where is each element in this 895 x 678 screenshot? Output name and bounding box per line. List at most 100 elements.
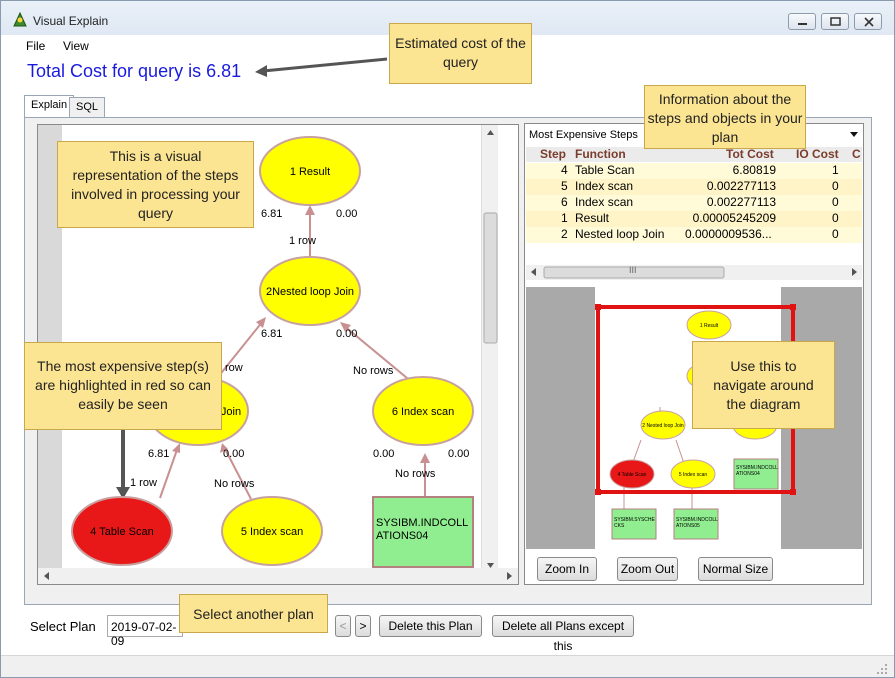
status-bar (1, 655, 894, 677)
callout-navigate: Use this to navigate around the diagram (692, 341, 835, 429)
cell-function: Nested loop Join (575, 227, 665, 241)
select-plan-label: Select Plan (30, 619, 96, 634)
callout-expensive-steps: The most expensive step(s) are highlight… (24, 342, 222, 430)
cost-label: 0.00 (336, 328, 357, 340)
mini-box-2: SYSIBM.SYSCHE CKS (614, 517, 655, 529)
scroll-grip: III (629, 265, 637, 275)
scroll-left-icon[interactable] (531, 268, 536, 276)
grid-horizontal-scrollbar[interactable]: III (526, 265, 862, 280)
node-index5-label: 5 Index scan (241, 526, 303, 538)
cell-tot-cost: 6.80819 (732, 163, 776, 177)
column-header-step[interactable]: Step (540, 147, 566, 161)
next-plan-button[interactable]: > (355, 615, 371, 637)
cost-label: 6.81 (148, 448, 169, 460)
scroll-up-icon[interactable] (487, 130, 494, 135)
cost-label: 0.00 (373, 448, 394, 460)
callout-information: Information about the steps and objects … (644, 85, 806, 149)
node-join-label: Join (221, 406, 241, 418)
node-result-label: 1 Result (290, 166, 330, 178)
table-row[interactable]: 2 Nested loop Join 0.0000009536... 0 (526, 227, 862, 243)
zoom-out-button[interactable]: Zoom Out (617, 557, 678, 581)
scroll-left-icon[interactable] (44, 572, 49, 580)
mini-box-3: SYSIBM.INDCOLL ATIONS05 (676, 517, 718, 529)
vertical-scroll-thumb[interactable] (483, 212, 498, 344)
delete-plan-button[interactable]: Delete this Plan (379, 615, 482, 637)
callout-visual-representation: This is a visual representation of the s… (57, 141, 254, 228)
previous-plan-button[interactable]: < (335, 615, 351, 637)
rows-label: row (225, 362, 243, 374)
cell-step: 4 (561, 163, 568, 177)
dropdown-value: Most Expensive Steps (529, 129, 638, 141)
cell-io-cost: 0 (832, 211, 839, 225)
column-header-tot-cost[interactable]: Tot Cost (726, 147, 774, 161)
cell-step: 2 (561, 227, 568, 241)
total-cost-label: Total Cost for query is 6.81 (27, 61, 242, 81)
node-index6-label: 6 Index scan (392, 406, 454, 418)
maximize-icon (830, 17, 841, 26)
rows-label: 1 row (130, 477, 157, 489)
tab-sql[interactable]: SQL (69, 97, 106, 117)
diagram-vertical-scrollbar[interactable] (481, 125, 498, 572)
scroll-right-icon[interactable] (507, 572, 512, 580)
menu-view[interactable]: View (63, 39, 89, 53)
callout-arrow-cost (255, 57, 388, 77)
cell-io-cost: 1 (832, 163, 839, 177)
minimize-button[interactable] (788, 13, 816, 30)
menu-file[interactable]: File (26, 39, 45, 53)
maximize-button[interactable] (821, 13, 849, 30)
diagram-horizontal-scrollbar[interactable] (38, 568, 518, 584)
window-title: Visual Explain (33, 14, 109, 28)
table-row[interactable]: 4 Table Scan 6.80819 1 (526, 163, 862, 179)
cell-step: 5 (561, 179, 568, 193)
resize-grip-icon[interactable] (876, 663, 888, 675)
tab-explain[interactable]: Explain (24, 95, 75, 118)
cost-label: 0.00 (448, 448, 469, 460)
grid-header-row: Step Function Tot Cost IO Cost C (526, 147, 862, 162)
cell-tot-cost: 0.002277113 (706, 195, 776, 209)
cell-tot-cost: 0.00005245209 (692, 211, 776, 225)
plan-select[interactable]: 2019-07-02-09 (107, 615, 183, 648)
rows-label: 1 row (289, 235, 316, 247)
mini-index5-label: 5 Index scan (679, 472, 708, 478)
cost-label: 6.81 (261, 208, 282, 220)
rows-label: No rows (353, 365, 394, 377)
table-row[interactable]: 1 Result 0.00005245209 0 (526, 211, 862, 227)
cell-tot-cost: 0.002277113 (706, 179, 776, 193)
scroll-right-icon[interactable] (852, 268, 857, 276)
app-icon (13, 12, 27, 27)
zoom-in-button[interactable]: Zoom In (537, 557, 597, 581)
mini-box-1: SYSIBM.INDCOLL ATIONS04 (736, 465, 778, 477)
cell-function: Table Scan (575, 163, 635, 177)
cell-function: Index scan (575, 195, 634, 209)
callout-select-plan: Select another plan (179, 594, 328, 633)
normal-size-button[interactable]: Normal Size (698, 557, 773, 581)
callout-estimated-cost: Estimated cost of the query (389, 23, 532, 84)
minimize-icon (798, 23, 807, 25)
cell-step: 6 (561, 195, 568, 209)
cost-label: 0.00 (223, 448, 244, 460)
delete-all-plans-button[interactable]: Delete all Plans except this (492, 615, 634, 653)
mini-result-label: 1 Result (700, 323, 719, 329)
close-button[interactable] (854, 13, 882, 30)
cost-label: 6.81 (261, 328, 282, 340)
cell-io-cost: 0 (832, 195, 839, 209)
chevron-down-icon (850, 132, 858, 137)
cell-io-cost: 0 (832, 179, 839, 193)
table-row[interactable]: 5 Index scan 0.002277113 0 (526, 179, 862, 195)
rows-label: No rows (395, 468, 436, 480)
node-nlj-label: 2Nested loop Join (266, 286, 354, 298)
column-header-c[interactable]: C (852, 147, 861, 161)
column-header-function[interactable]: Function (575, 147, 626, 161)
mini-nlj-label: 2 Nested loop Join (642, 423, 684, 429)
table-row[interactable]: 6 Index scan 0.002277113 0 (526, 195, 862, 211)
node-table4-label: 4 Table Scan (90, 526, 153, 538)
cell-function: Index scan (575, 179, 634, 193)
mini-table4-label: 4 Table Scan (618, 472, 647, 478)
cell-tot-cost: 0.0000009536... (685, 227, 772, 241)
cell-function: Result (575, 211, 610, 225)
cost-label: 0.00 (336, 208, 357, 220)
app-window: Visual Explain File View Total Cost for … (0, 0, 895, 678)
column-header-io-cost[interactable]: IO Cost (796, 147, 839, 161)
cell-io-cost: 0 (832, 227, 839, 241)
rows-label: No rows (214, 478, 255, 490)
